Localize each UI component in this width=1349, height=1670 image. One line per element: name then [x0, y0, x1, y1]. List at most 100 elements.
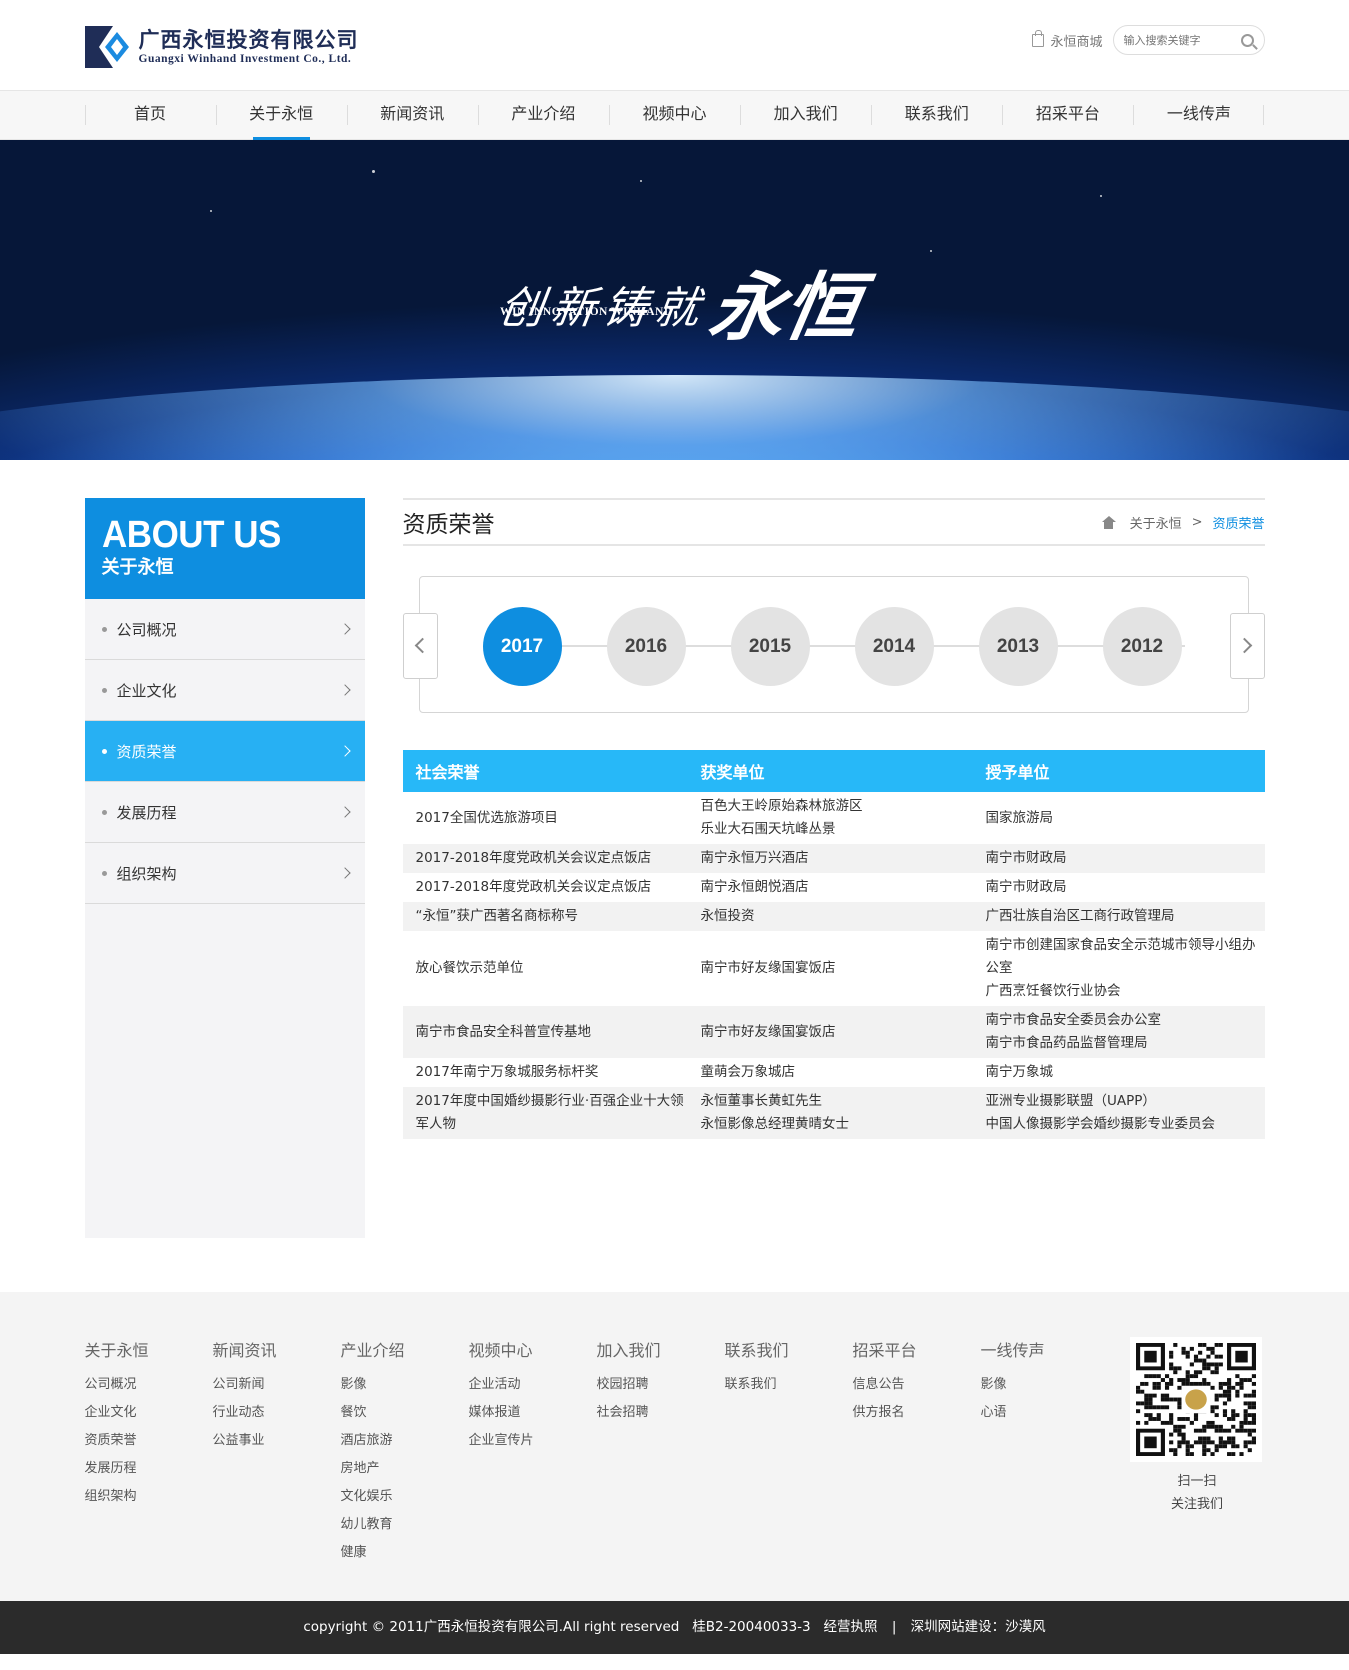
sidebar-item[interactable]: 发展历程 [84, 782, 365, 843]
table-row: “永恒”获广西著名商标称号 永恒投资 广西壮族自治区工商行政管理局 [402, 902, 1265, 931]
footer-link[interactable]: 心语 [981, 1399, 1109, 1427]
content-area: 资质荣誉 关于永恒 > 资质荣誉 2017 2016 2015 2014 2013 201… [402, 498, 1265, 1238]
footer-link[interactable]: 文化娱乐 [341, 1483, 469, 1511]
cell-line: 国家旅游局 [985, 809, 1054, 826]
sidebar-item-label: 资质荣誉 [116, 742, 177, 761]
nav-item[interactable]: 一线传声 [1133, 91, 1265, 139]
table-cell: 南宁市食品安全科普宣传基地 [402, 1006, 688, 1058]
sidebar-item[interactable]: 企业文化 [84, 660, 365, 721]
site-header: 广西永恒投资有限公司 Guangxi Winhand Investment Co… [0, 0, 1349, 90]
footer-link[interactable]: 校园招聘 [597, 1371, 725, 1399]
footer-column-title[interactable]: 产业介绍 [341, 1337, 469, 1361]
footer-column-title[interactable]: 招采平台 [853, 1337, 981, 1361]
table-cell: 永恒投资 [687, 902, 973, 931]
footer-link[interactable]: 企业活动 [469, 1371, 597, 1399]
cell-line: 南宁万象城 [985, 1064, 1054, 1080]
nav-item[interactable]: 新闻资讯 [346, 91, 478, 139]
license-link[interactable]: 经营执照 [824, 1619, 878, 1635]
table-cell: 2017-2018年度党政机关会议定点饭店 [403, 873, 688, 902]
nav-item[interactable]: 首页 [84, 91, 216, 139]
nav-item[interactable]: 关于永恒 [215, 91, 347, 140]
footer-column: 联系我们 联系我们 [725, 1337, 853, 1567]
search-box [1112, 25, 1265, 55]
footer-link[interactable]: 公益事业 [213, 1427, 341, 1455]
footer-link[interactable]: 媒体报道 [469, 1399, 597, 1427]
footer-link[interactable]: 资质荣誉 [85, 1427, 213, 1455]
footer-column-title[interactable]: 一线传声 [981, 1337, 1109, 1361]
footer-link[interactable]: 企业宣传片 [469, 1427, 597, 1455]
sidebar-item-label: 企业文化 [116, 681, 177, 700]
star [1100, 195, 1102, 197]
qr-caption-2: 关注我们 [1170, 1497, 1223, 1512]
main-nav: 首页 关于永恒 新闻资讯 产业介绍 视频中心 加入我们 联系我们 招采平台 一线传声 [0, 90, 1349, 140]
footer-link[interactable]: 公司新闻 [213, 1371, 341, 1399]
year-button[interactable]: 2012 [1102, 607, 1182, 686]
nav-item[interactable]: 招采平台 [1002, 91, 1133, 139]
footer-column-title[interactable]: 联系我们 [725, 1337, 853, 1361]
search-input[interactable] [1123, 33, 1234, 47]
footer-link[interactable]: 酒店旅游 [341, 1427, 469, 1455]
footer-column-title[interactable]: 关于永恒 [85, 1337, 213, 1361]
footer-link[interactable]: 联系我们 [725, 1371, 853, 1399]
footer-link[interactable]: 公司概况 [85, 1371, 213, 1399]
nav-item[interactable]: 产业介绍 [477, 91, 609, 139]
footer-links: 关于永恒公司概况 企业文化 资质荣誉 发展历程 组织架构 新闻资讯公司新闻 行业动态 公益事业… [85, 1337, 1109, 1567]
year-button[interactable]: 2015 [730, 607, 810, 686]
home-icon[interactable] [1101, 515, 1116, 529]
year-button[interactable]: 2017 [482, 607, 562, 686]
nav-item[interactable]: 联系我们 [871, 91, 1002, 139]
footer-link[interactable]: 影像 [341, 1371, 469, 1399]
year-button[interactable]: 2013 [978, 607, 1058, 686]
prev-year-button[interactable] [402, 613, 438, 679]
icp-link[interactable]: 桂B2-20040033-3 [692, 1619, 810, 1635]
cell-line: 南宁市财政局 [985, 850, 1067, 866]
table-cell: 童萌会万象城店 [688, 1058, 973, 1087]
footer-link[interactable]: 房地产 [341, 1455, 469, 1483]
table-cell: 百色大王岭原始森林旅游区 乐业大石围天坑峰丛景 [688, 792, 973, 844]
nav-item[interactable]: 加入我们 [740, 91, 871, 139]
footer-link[interactable]: 信息公告 [853, 1371, 981, 1399]
next-year-button[interactable] [1229, 613, 1265, 679]
slogan-cn-big: 永恒 [703, 265, 867, 351]
shop-link[interactable]: 永恒商城 [1032, 29, 1103, 50]
star [930, 250, 932, 252]
year-list: 2017 2016 2015 2014 2013 2012 [482, 607, 1227, 686]
shop-label: 永恒商城 [1050, 34, 1103, 50]
breadcrumb-parent[interactable]: 关于永恒 [1130, 513, 1182, 532]
nav-item[interactable]: 视频中心 [608, 91, 740, 139]
shopping-bag-icon [1032, 29, 1045, 47]
table-cell: 南宁万象城 [973, 1058, 1265, 1087]
year-button[interactable]: 2016 [606, 607, 686, 686]
logo-cn: 广西永恒投资有限公司 [138, 28, 359, 52]
table-cell: 南宁市财政局 [972, 844, 1265, 873]
table-cell: 2017-2018年度党政机关会议定点饭店 [402, 844, 688, 873]
sidebar-item[interactable]: 组织架构 [84, 843, 365, 904]
footer-link[interactable]: 幼儿教育 [341, 1511, 469, 1539]
table-row: 放心餐饮示范单位 南宁市好友缘国宴饭店 南宁市创建国家食品安全示范城市领导小组办公室… [403, 931, 1265, 1006]
hero-banner: 创新铸就永恒 WIN INNOVATION WINHAND [0, 140, 1349, 460]
sidebar-item[interactable]: 公司概况 [84, 599, 365, 660]
footer-column-title[interactable]: 新闻资讯 [213, 1337, 341, 1361]
breadcrumb-separator: > [1191, 514, 1203, 530]
footer-link[interactable]: 组织架构 [85, 1483, 213, 1511]
search-icon[interactable] [1240, 33, 1254, 47]
cell-line: 乐业大石围天坑峰丛景 [700, 821, 836, 837]
footer-link[interactable]: 健康 [341, 1539, 469, 1567]
chevron-right-icon [338, 867, 351, 879]
table-cell: 南宁市好友缘国宴饭店 [687, 1006, 973, 1058]
footer-link[interactable]: 影像 [981, 1371, 1109, 1399]
footer-link[interactable]: 企业文化 [85, 1399, 213, 1427]
footer-link[interactable]: 餐饮 [341, 1399, 469, 1427]
footer-link[interactable]: 发展历程 [85, 1455, 213, 1483]
footer-link[interactable]: 社会招聘 [597, 1399, 725, 1427]
star [372, 170, 375, 173]
sidebar-item[interactable]: 资质荣誉 [84, 721, 365, 782]
footer-link[interactable]: 行业动态 [213, 1399, 341, 1427]
footer-column-title[interactable]: 视频中心 [469, 1337, 597, 1361]
cell-line: 广西壮族自治区工商行政管理局 [985, 908, 1175, 924]
year-button[interactable]: 2014 [854, 607, 934, 686]
footer-link[interactable]: 供方报名 [853, 1399, 981, 1427]
logo[interactable]: 广西永恒投资有限公司 Guangxi Winhand Investment Co… [84, 24, 359, 70]
footer-column-title[interactable]: 加入我们 [597, 1337, 725, 1361]
builder-link[interactable]: 深圳网站建设：沙漠风 [911, 1619, 1046, 1635]
